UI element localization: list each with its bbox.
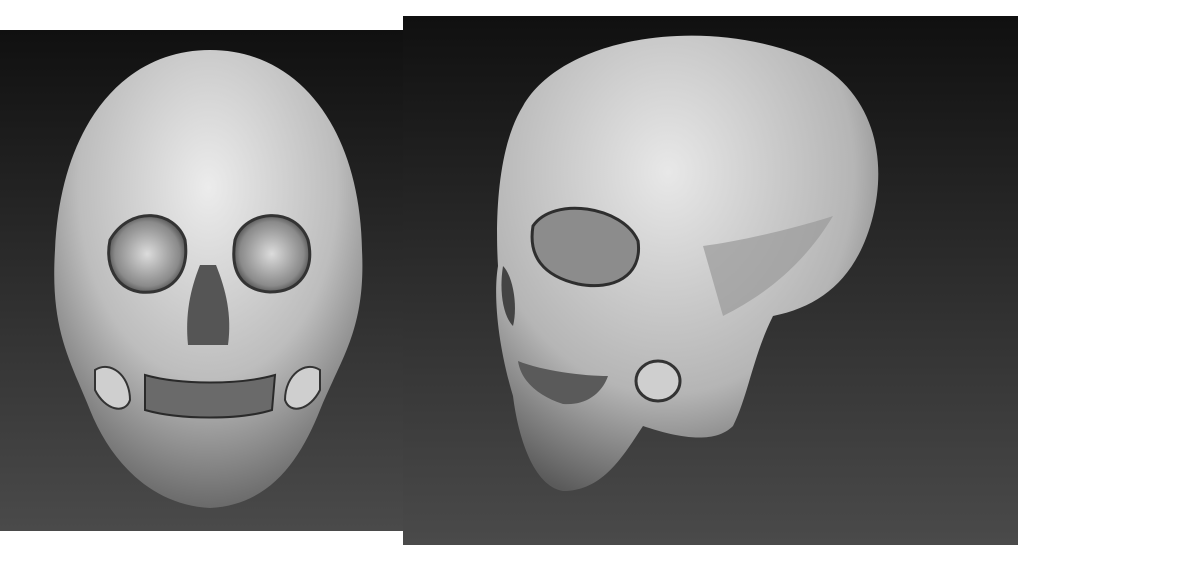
front-view-render: [0, 30, 403, 531]
side-view-render: [403, 16, 1018, 545]
skull-front-icon: [0, 30, 403, 531]
skull-side-icon: [403, 16, 1018, 545]
